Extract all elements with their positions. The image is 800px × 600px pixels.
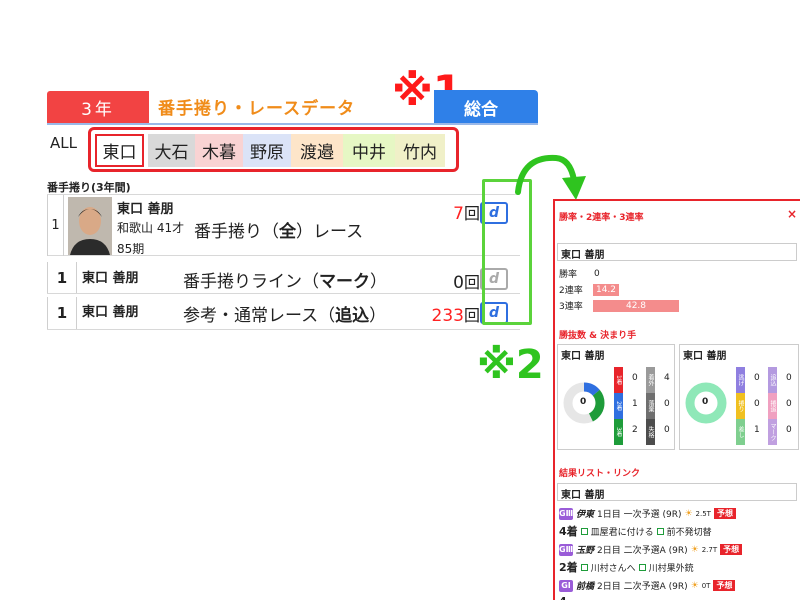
- racer-tab-group: 東口 大石 木暮 野原 渡邉 中井 竹内: [88, 127, 459, 172]
- table-row-all-race: 1 東口 善朋 和歌山 41才 85期 番手捲り（全）レース 7回 d: [47, 194, 520, 256]
- comment: 前不発切替: [666, 527, 712, 538]
- annotation-note-2: ※2: [477, 342, 544, 388]
- odds: 0T: [701, 581, 711, 590]
- comment: 川村果外銃: [648, 563, 694, 574]
- odds: 2.7T: [701, 545, 718, 554]
- finish-bar-3rd: 3着: [614, 419, 623, 445]
- weather-icon: ☀: [690, 580, 699, 591]
- racer-tab-takeuchi[interactable]: 竹内: [395, 134, 445, 167]
- finish-bar-fall: 落棄: [646, 393, 655, 419]
- racer-name: 東口 善朋: [82, 271, 139, 286]
- finish-place: 4着: [559, 525, 578, 538]
- detail-popup-panel: 勝率・2連率・3連率 × 東口 善朋 勝率 0 2連率 14.2 3連率 42.8…: [553, 199, 800, 600]
- header-divider: [47, 123, 538, 125]
- row-description: 参考・通常レース（追込）: [183, 306, 387, 326]
- finish-place: 4: [559, 595, 567, 600]
- result-item[interactable]: GⅢ 玉野 2日目 二次予選A (9R) ☀ 2.7T 予想 2着 川村さんへ …: [559, 543, 799, 575]
- finish-bar-out: 着外: [646, 367, 655, 393]
- finish-bar-1st: 1着: [614, 367, 623, 393]
- racer-tab-nohara[interactable]: 野原: [243, 134, 291, 167]
- comment-icon: [580, 527, 588, 535]
- weather-icon: ☀: [690, 544, 699, 555]
- finish-bar-dq: 失格: [646, 419, 655, 445]
- comment-icon: [638, 563, 646, 571]
- racer-tab-oishi[interactable]: 大石: [148, 134, 195, 167]
- racer-tab-higashiguchi[interactable]: 東口: [95, 134, 144, 167]
- row-description: 番手捲りライン（マーク）: [183, 272, 387, 292]
- result-item[interactable]: GⅢ 伊東 1日目 一次予選 (9R) ☀ 2.5T 予想 4着 皿屋君に付ける…: [559, 507, 799, 539]
- racer-name: 東口 善朋: [82, 305, 139, 320]
- racer-name: 東口 善朋: [117, 202, 174, 217]
- kimarite-title: 勝抜数 & 決まり手: [559, 331, 637, 341]
- finish-stats-box: 東口 善朋 0 1着 0 2着 1 3着 2 着外 4 落棄 0 失格 0: [557, 344, 675, 450]
- grade-badge: GⅠ: [559, 579, 573, 592]
- section-title: 番手捲り・レースデータ: [158, 99, 356, 119]
- prediction-link[interactable]: 予想: [713, 580, 736, 591]
- kimarite-bar-mark: マーク: [768, 419, 777, 445]
- rate-row-2ren: 2連率 14.2: [559, 283, 619, 296]
- racer-tab-kogure[interactable]: 木暮: [195, 134, 243, 167]
- row-number: 1: [47, 297, 77, 329]
- all-filter[interactable]: ALL: [50, 134, 77, 152]
- total-tab[interactable]: 総合: [434, 90, 538, 124]
- row-count: 0回: [453, 273, 480, 293]
- grade-badge: GⅢ: [559, 543, 574, 556]
- row-number: 1: [47, 195, 64, 256]
- rates-name-box: 東口 善朋: [557, 243, 797, 261]
- venue-name: 玉野: [576, 546, 595, 556]
- odds: 2.5T: [695, 509, 711, 518]
- weather-icon: ☀: [684, 508, 693, 519]
- rate-bar: 42.8: [593, 299, 679, 312]
- row-count: 7回: [453, 204, 480, 224]
- results-title: 結果リスト・リンク: [559, 469, 641, 479]
- row-number: 1: [47, 262, 77, 293]
- finish-place: 2着: [559, 561, 578, 574]
- table-caption: 番手捲り(3年間): [47, 181, 131, 194]
- rate-bar: 14.2: [593, 283, 619, 296]
- venue-name: 伊東: [576, 510, 595, 520]
- kimarite-bar-nige: 逃げ: [736, 367, 745, 393]
- kimarite-bar-makuri-oi: 捲追: [768, 393, 777, 419]
- table-row-normal-race: 1 東口 善朋 参考・通常レース（追込） 233回 d: [47, 297, 520, 330]
- rate-row-win: 勝率 0: [559, 268, 600, 281]
- table-row-line-mark: 1 東口 善朋 番手捲りライン（マーク） 0回 d: [47, 262, 520, 294]
- racer-term: 85期: [117, 242, 145, 256]
- racer-tab-nakai[interactable]: 中井: [343, 134, 395, 167]
- race-info: 1日目 一次予選 (9R): [597, 510, 682, 520]
- close-icon[interactable]: ×: [787, 207, 797, 221]
- rates-title: 勝率・2連率・3連率: [559, 213, 644, 223]
- grade-badge: GⅢ: [559, 507, 574, 520]
- comment: 川村さんへ: [590, 563, 636, 574]
- kimarite-bar-sashi: 差し: [736, 419, 745, 445]
- row-count: 233回: [431, 306, 480, 326]
- rate-row-3ren: 3連率 42.8: [559, 299, 679, 312]
- comment-icon: [656, 527, 664, 535]
- venue-name: 前橋: [576, 582, 595, 592]
- racer-region-age: 和歌山 41才: [117, 221, 185, 235]
- racer-tab-watanabe[interactable]: 渡邉: [291, 134, 343, 167]
- kimarite-bar-oikomi: 追込: [768, 367, 777, 393]
- grade-tab[interactable]: 3年: [47, 91, 149, 123]
- row-description: 番手捲り（全）レース: [194, 222, 364, 242]
- racer-photo: [68, 197, 112, 255]
- comment-icon: [580, 563, 588, 571]
- prediction-link[interactable]: 予想: [720, 544, 743, 555]
- finish-bar-2nd: 2着: [614, 393, 623, 419]
- comment: 皿屋君に付ける: [590, 527, 654, 538]
- result-item[interactable]: GⅠ 前橋 2日目 二次予選A (9R) ☀ 0T 予想 4: [559, 579, 799, 600]
- race-info: 2日目 二次予選A (9R): [597, 582, 688, 592]
- kimarite-bar-makuri: 捲り: [736, 393, 745, 419]
- results-name-box: 東口 善朋: [557, 483, 797, 501]
- race-info: 2日目 二次予選A (9R): [597, 546, 688, 556]
- kimarite-box: 東口 善朋 0 逃げ 0 捲り 0 差し 1 追込 0 捲追 0 マーク 0: [679, 344, 799, 450]
- prediction-link[interactable]: 予想: [713, 508, 736, 519]
